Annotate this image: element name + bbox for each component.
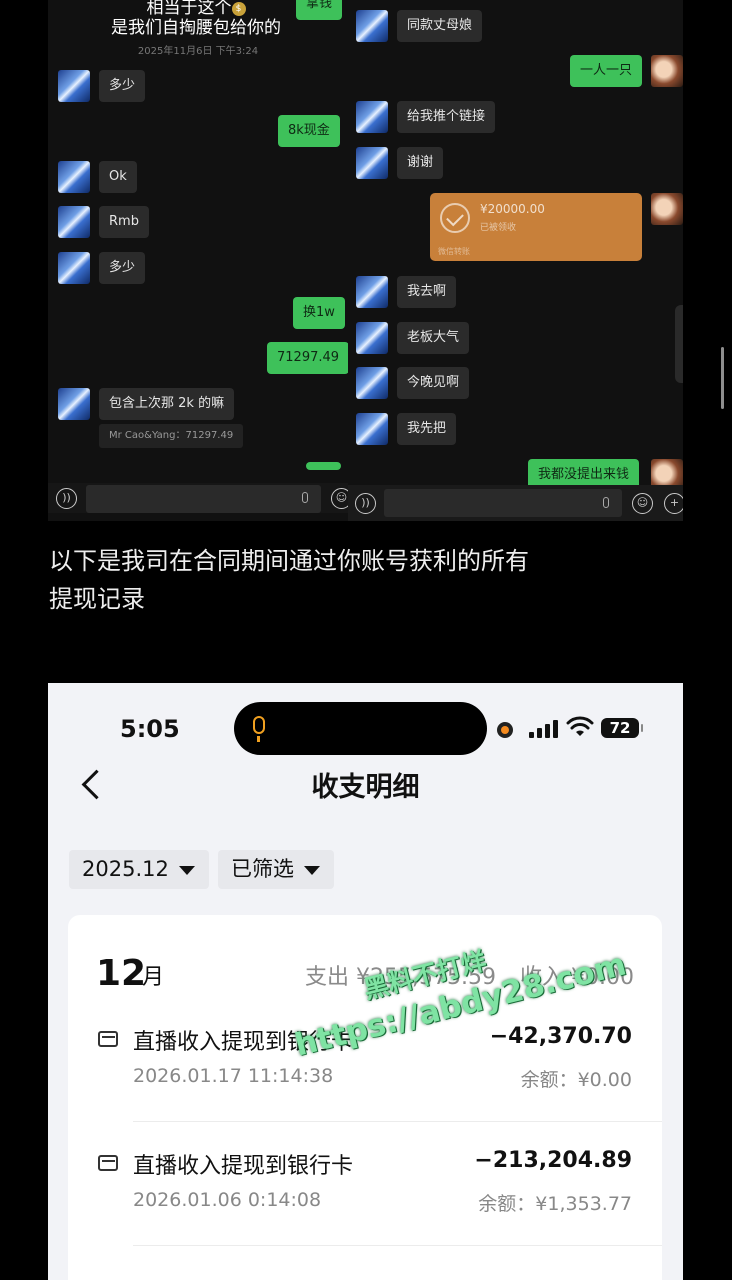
row-divider: [133, 1121, 662, 1122]
transaction-title: 直播收入提现到银行卡: [133, 1030, 354, 1055]
transactions-card: 12 月 支出 ¥255,575.59 收入 ¥0.00 直播收入提现到银行卡 −…: [68, 915, 662, 1280]
mic-icon[interactable]: [603, 497, 609, 508]
message-bubble[interactable]: 老板大气: [397, 322, 470, 354]
wallet-icon: [98, 1155, 118, 1171]
message-bubble-partial: [306, 462, 341, 470]
page-title: 收支明细: [311, 772, 420, 803]
contact-avatar[interactable]: [356, 413, 388, 445]
self-avatar[interactable]: [651, 55, 683, 87]
month-unit: 月: [142, 965, 165, 990]
transfer-amount: ¥20000.00: [480, 202, 545, 216]
contact-avatar[interactable]: [58, 70, 90, 102]
transaction-balance: 余额：¥1,353.77: [478, 1193, 632, 1215]
message-bubble[interactable]: 8k现金: [278, 115, 340, 147]
cellular-signal-icon: [529, 720, 559, 738]
chat-right-panel: 同款丈母娘 一人一只 给我推个链接 谢谢 ¥20000.00 已被领收 微信转账…: [348, 0, 683, 521]
page-scrollbar[interactable]: [721, 347, 724, 409]
transaction-date: 2026.01.06 0:14:08: [133, 1189, 322, 1211]
contact-avatar[interactable]: [356, 276, 388, 308]
message-bubble[interactable]: 我先把: [397, 413, 457, 445]
month-number: 12: [96, 953, 147, 994]
emoji-icon[interactable]: ☺: [632, 493, 653, 514]
check-circle-icon: [440, 203, 470, 233]
post-text-line2: 提现记录: [49, 585, 145, 613]
transfer-card[interactable]: ¥20000.00 已被领收 微信转账: [430, 193, 642, 261]
message-bubble[interactable]: 多少: [99, 70, 146, 102]
post-text: 以下是我司在合同期间通过你账号获利的所有 提现记录: [49, 542, 649, 618]
message-bubble[interactable]: 包含上次那 2k 的嘛: [99, 388, 235, 420]
message-bubble[interactable]: 我去啊: [397, 276, 457, 308]
transfer-status: 已被领收: [480, 223, 517, 233]
caption-line2: 是我们自掏腰包给你的: [111, 18, 281, 38]
contact-avatar[interactable]: [356, 101, 388, 133]
microphone-icon: [253, 716, 265, 742]
contact-avatar[interactable]: [356, 367, 388, 399]
recording-indicator-icon: [497, 722, 513, 738]
voice-toggle-icon[interactable]: )): [355, 493, 376, 514]
chat-caption: 相当于这个 $ 是我们自掏腰包给你的: [66, 0, 326, 38]
chat-screenshot: 相当于这个 $ 是我们自掏腰包给你的 2025年11月6日 下午3:24 拿钱 多…: [48, 0, 683, 521]
transaction-date: 2026.01.17 11:14:38: [133, 1065, 334, 1087]
transfer-source: 微信转账: [438, 247, 470, 256]
income-total: 收入 ¥0.00: [520, 965, 634, 990]
chat-timestamp: 2025年11月6日 下午3:24: [137, 46, 259, 57]
caption-line1: 相当于这个: [146, 0, 232, 18]
voice-toggle-icon[interactable]: )): [56, 488, 77, 509]
status-filter-dropdown[interactable]: 已筛选: [218, 850, 334, 889]
message-bubble[interactable]: 多少: [99, 252, 146, 284]
message-bubble[interactable]: Rmb: [99, 206, 149, 238]
expense-total: 支出 ¥255,575.59: [305, 965, 497, 990]
self-avatar[interactable]: [651, 193, 683, 225]
quoted-message[interactable]: Mr Cao&Yang：71297.49: [99, 424, 244, 448]
message-bubble[interactable]: 今晚见啊: [397, 367, 470, 399]
contact-avatar[interactable]: [356, 10, 388, 42]
chat-input-bar: )) ☺ +: [348, 485, 683, 521]
message-bubble[interactable]: 71297.49: [267, 342, 350, 374]
month-summary: 支出 ¥255,575.59 收入 ¥0.00: [305, 959, 634, 991]
date-filter-dropdown[interactable]: 2025.12: [69, 850, 209, 889]
contact-avatar[interactable]: [356, 322, 388, 354]
side-handle[interactable]: [675, 305, 683, 383]
transaction-amount: −213,204.89: [474, 1148, 632, 1173]
transaction-title: 直播收入提现到银行卡: [133, 1154, 354, 1179]
plus-icon[interactable]: +: [664, 493, 683, 514]
dynamic-island: [234, 702, 487, 755]
wifi-icon: [566, 716, 594, 736]
chat-input-bar: )) ☺: [48, 483, 352, 513]
message-bubble[interactable]: 谢谢: [397, 147, 444, 179]
mic-icon[interactable]: [302, 492, 308, 503]
post-text-line1: 以下是我司在合同期间通过你账号获利的所有: [49, 547, 529, 575]
chat-left-panel: 相当于这个 $ 是我们自掏腰包给你的 2025年11月6日 下午3:24 拿钱 多…: [48, 0, 352, 521]
transaction-screenshot: 5:05 72 收支明细 2025.12 已筛选 12 月 支出 ¥255,57…: [48, 683, 683, 1280]
transaction-balance: 余额：¥0.00: [520, 1069, 632, 1091]
message-bubble[interactable]: 给我推个链接: [397, 101, 496, 133]
date-filter-label: 2025.12: [82, 857, 169, 881]
coin-icon: $: [231, 2, 246, 16]
message-bubble[interactable]: 换1w: [293, 297, 345, 329]
status-filter-label: 已筛选: [231, 857, 294, 881]
caret-down-icon: [304, 866, 320, 875]
contact-avatar[interactable]: [356, 147, 388, 179]
contact-avatar[interactable]: [58, 161, 90, 193]
battery-icon: 72: [601, 718, 643, 738]
transaction-row[interactable]: 直播收入提现到银行卡 −213,204.89 2026.01.06 0:14:0…: [68, 1135, 662, 1245]
contact-avatar[interactable]: [58, 206, 90, 238]
message-input[interactable]: [384, 489, 622, 517]
transaction-amount: −42,370.70: [489, 1024, 632, 1049]
row-divider: [133, 1245, 662, 1246]
contact-avatar[interactable]: [58, 388, 90, 420]
message-bubble[interactable]: 拿钱: [296, 0, 343, 20]
message-bubble[interactable]: Ok: [99, 161, 137, 193]
status-bar-time: 5:05: [120, 715, 180, 743]
contact-avatar[interactable]: [58, 252, 90, 284]
wallet-icon: [98, 1031, 118, 1047]
transaction-row[interactable]: 直播收入提现到银行卡 −42,370.70 2026.01.17 11:14:3…: [68, 1011, 662, 1121]
caret-down-icon: [178, 866, 195, 875]
message-bubble[interactable]: 同款丈母娘: [397, 10, 483, 42]
message-bubble[interactable]: 一人一只: [570, 55, 643, 87]
message-input[interactable]: [86, 485, 321, 513]
